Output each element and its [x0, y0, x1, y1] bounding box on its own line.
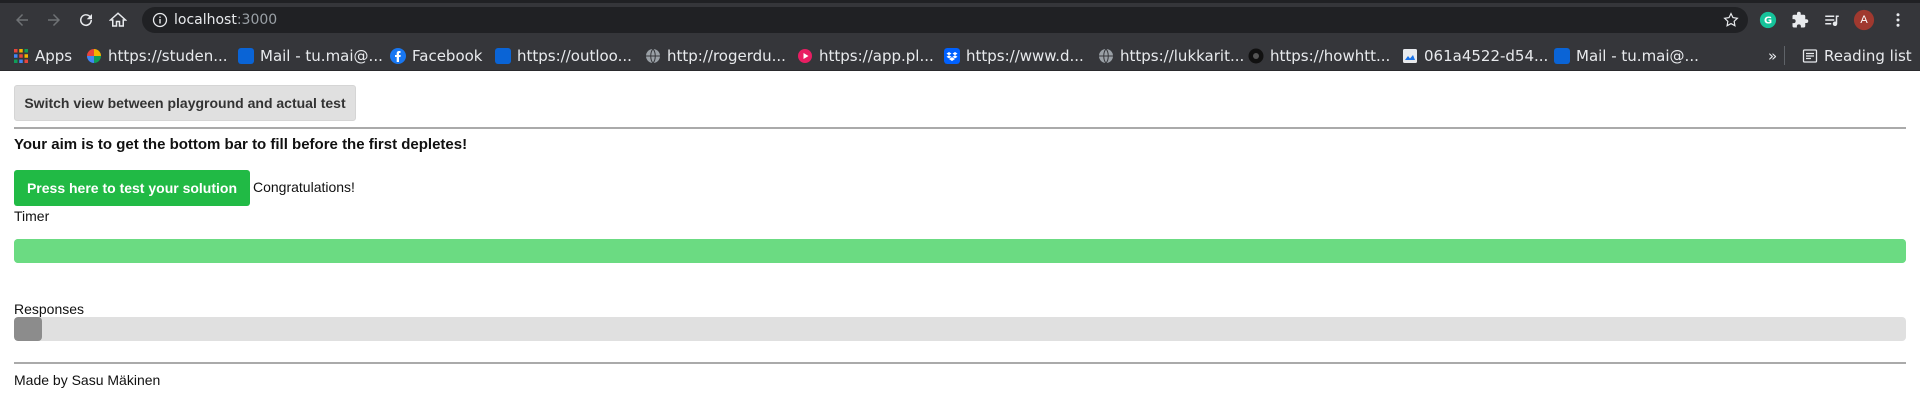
profile-initial: A — [1860, 14, 1868, 26]
aim-heading: Your aim is to get the bottom bar to fil… — [14, 136, 468, 153]
bookmark-label: Apps — [35, 46, 73, 65]
reading-list-icon — [1802, 48, 1818, 63]
bookmark-item[interactable]: https://app.pl... — [797, 40, 934, 71]
site-info-icon[interactable] — [152, 12, 168, 28]
page-content: Switch view between playground and actua… — [0, 71, 1920, 403]
dark-circle-icon — [1248, 48, 1264, 63]
reading-list-label: Reading list — [1824, 46, 1912, 65]
profile-avatar[interactable]: A — [1852, 8, 1876, 32]
apps-grid-icon — [14, 48, 28, 63]
bookmarks-bar: Apps https://studen... Mail - tu.mai@...… — [0, 40, 1920, 71]
bookmark-label: https://howhtt... — [1270, 46, 1391, 65]
url-text: localhost:3000 — [174, 12, 277, 28]
media-queue-icon[interactable] — [1820, 8, 1844, 32]
bookmark-label: http://rogerdu... — [667, 46, 786, 65]
bookmark-label: https://app.pl... — [819, 46, 934, 65]
timer-label: Timer — [14, 208, 50, 224]
footer-divider — [14, 362, 1906, 364]
top-divider — [14, 127, 1906, 129]
address-bar[interactable]: localhost:3000 — [142, 7, 1748, 33]
responses-bar — [14, 317, 1906, 341]
outlook-icon — [1554, 47, 1570, 64]
bookmark-item[interactable]: https://howhtt... — [1248, 40, 1390, 71]
bookmark-apps[interactable]: Apps — [13, 40, 72, 71]
outlook-icon — [238, 47, 254, 64]
reading-list-button[interactable]: Reading list — [1802, 40, 1912, 71]
bookmarks-overflow-button[interactable]: » — [1768, 40, 1777, 71]
overflow-chevron: » — [1768, 46, 1778, 65]
tab-strip-edge — [0, 0, 1920, 3]
bookmark-label: https://www.d... — [966, 46, 1084, 65]
back-arrow-icon[interactable] — [10, 8, 34, 32]
bookmark-item[interactable]: https://studen... — [86, 40, 228, 71]
footer-credit: Made by Sasu Mäkinen — [14, 372, 161, 388]
timer-bar — [14, 239, 1906, 263]
result-message: Congratulations! — [253, 179, 355, 195]
globe-icon — [1099, 48, 1113, 63]
bookmark-item[interactable]: http://rogerdu... — [645, 40, 786, 71]
play-circle-icon — [798, 48, 812, 63]
switch-view-button[interactable]: Switch view between playground and actua… — [14, 85, 356, 121]
colorful-pinwheel-icon — [87, 48, 101, 63]
forward-arrow-icon[interactable] — [42, 8, 66, 32]
outlook-icon — [495, 47, 511, 64]
bookmark-item[interactable]: Mail - tu.mai@... — [238, 40, 383, 71]
responses-label: Responses — [14, 301, 85, 317]
url-port: :3000 — [236, 12, 278, 28]
bookmark-label: 061a4522-d54... — [1424, 46, 1549, 65]
bookmark-item[interactable]: https://lukkarit... — [1098, 40, 1244, 71]
home-icon[interactable] — [106, 8, 130, 32]
responses-bar-fill — [14, 317, 43, 341]
url-host: localhost — [174, 12, 237, 28]
bookmark-label: Mail - tu.mai@... — [260, 46, 383, 65]
bookmark-item[interactable]: https://outloo... — [495, 40, 632, 71]
bookmark-label: https://outloo... — [517, 46, 632, 65]
reload-icon[interactable] — [74, 8, 98, 32]
bookmark-item[interactable]: https://www.d... — [944, 40, 1084, 71]
bookmark-star-icon[interactable] — [1722, 11, 1740, 29]
menu-kebab-icon[interactable] — [1886, 8, 1910, 32]
browser-toolbar: localhost:3000 G A — [0, 0, 1920, 40]
bookmark-label: Facebook — [412, 46, 483, 65]
bookmark-item[interactable]: 061a4522-d54... — [1402, 40, 1548, 71]
grammarly-icon[interactable]: G — [1756, 8, 1780, 32]
test-solution-button[interactable]: Press here to test your solution — [14, 170, 250, 206]
timer-bar-fill — [14, 239, 1906, 263]
extensions-puzzle-icon[interactable] — [1788, 8, 1812, 32]
bookmark-label: https://lukkarit... — [1120, 46, 1245, 65]
bookmark-label: https://studen... — [108, 46, 228, 65]
bookmarks-divider — [1784, 46, 1785, 65]
bookmark-label: Mail - tu.mai@... — [1576, 46, 1699, 65]
bookmark-item[interactable]: Facebook — [390, 40, 482, 71]
svg-text:G: G — [1764, 16, 1772, 27]
globe-icon — [646, 48, 660, 63]
facebook-icon — [390, 47, 406, 64]
dropbox-icon — [944, 47, 960, 64]
bookmark-item[interactable]: Mail - tu.mai@... — [1554, 40, 1699, 71]
image-file-icon — [1403, 48, 1417, 63]
